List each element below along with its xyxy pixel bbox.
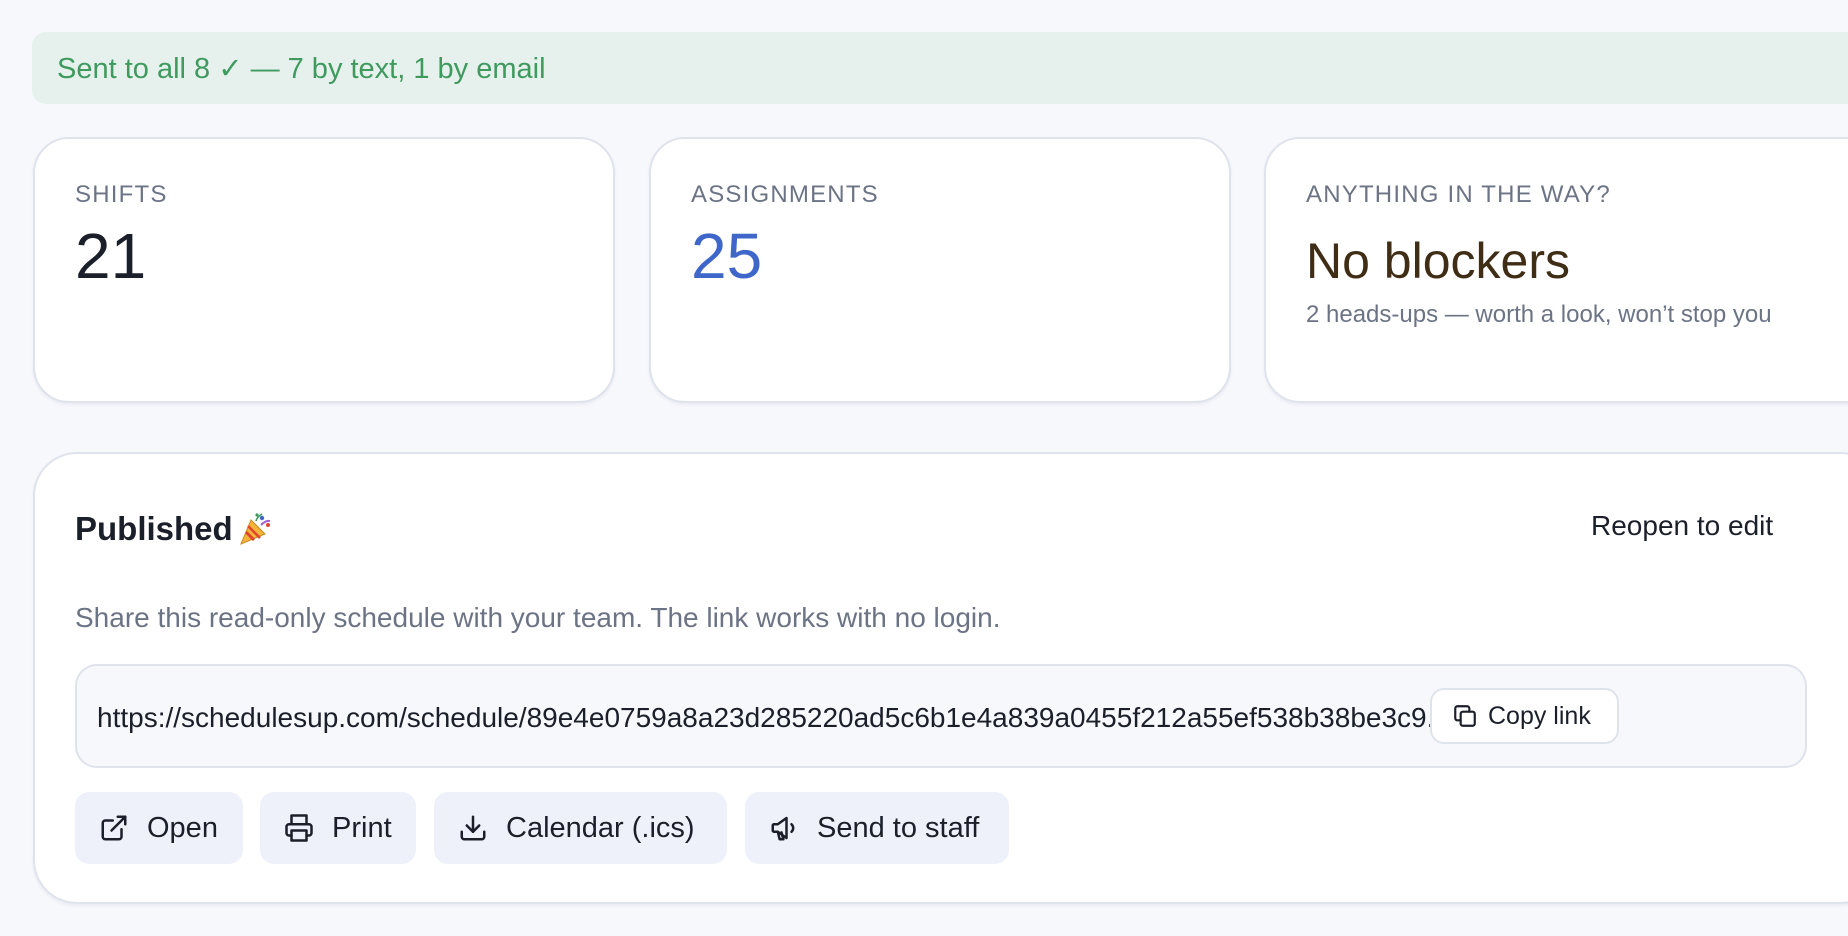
share-description: Share this read-only schedule with your … xyxy=(75,602,1001,633)
published-title-text: Published xyxy=(75,510,233,547)
send-button-label: Send to staff xyxy=(817,811,980,844)
open-button[interactable]: Open xyxy=(75,792,243,864)
reopen-to-edit-button[interactable]: Reopen to edit xyxy=(1591,510,1773,542)
party-popper-icon xyxy=(237,511,273,547)
share-link-url[interactable]: https://schedulesup.com/schedule/89e4e07… xyxy=(97,702,1637,734)
blockers-label: ANYTHING IN THE WAY? xyxy=(1306,181,1611,208)
print-button-label: Print xyxy=(332,811,392,844)
open-button-label: Open xyxy=(147,811,218,844)
shifts-card: SHIFTS 21 xyxy=(33,137,615,403)
sent-status-text: Sent to all 8 ✓ — 7 by text, 1 by email xyxy=(57,52,546,85)
published-title: Published xyxy=(75,510,273,548)
blockers-card: ANYTHING IN THE WAY? No blockers 2 heads… xyxy=(1264,137,1848,403)
blockers-subtext: 2 heads-ups — worth a look, won’t stop y… xyxy=(1306,301,1772,328)
blockers-value: No blockers xyxy=(1306,233,1570,289)
copy-icon xyxy=(1454,705,1476,727)
copy-link-label: Copy link xyxy=(1488,701,1591,730)
calendar-button-label: Calendar (.ics) xyxy=(506,811,695,844)
assignments-value: 25 xyxy=(691,220,763,292)
download-icon xyxy=(460,815,486,841)
shifts-value: 21 xyxy=(75,220,147,292)
printer-icon xyxy=(285,814,313,842)
shifts-label: SHIFTS xyxy=(75,181,168,208)
megaphone-icon xyxy=(771,816,795,841)
assignments-card: ASSIGNMENTS 25 xyxy=(649,137,1231,403)
share-link-field: https://schedulesup.com/schedule/89e4e07… xyxy=(75,664,1807,768)
copy-link-button[interactable]: Copy link xyxy=(1430,688,1619,744)
calendar-download-button[interactable]: Calendar (.ics) xyxy=(434,792,727,864)
external-link-icon xyxy=(101,815,127,841)
print-button[interactable]: Print xyxy=(260,792,416,864)
assignments-label: ASSIGNMENTS xyxy=(691,181,879,208)
published-card: Published Reopen to edit Share this read… xyxy=(33,452,1848,904)
sent-status-banner: Sent to all 8 ✓ — 7 by text, 1 by email xyxy=(32,32,1848,104)
send-to-staff-button[interactable]: Send to staff xyxy=(745,792,1009,864)
